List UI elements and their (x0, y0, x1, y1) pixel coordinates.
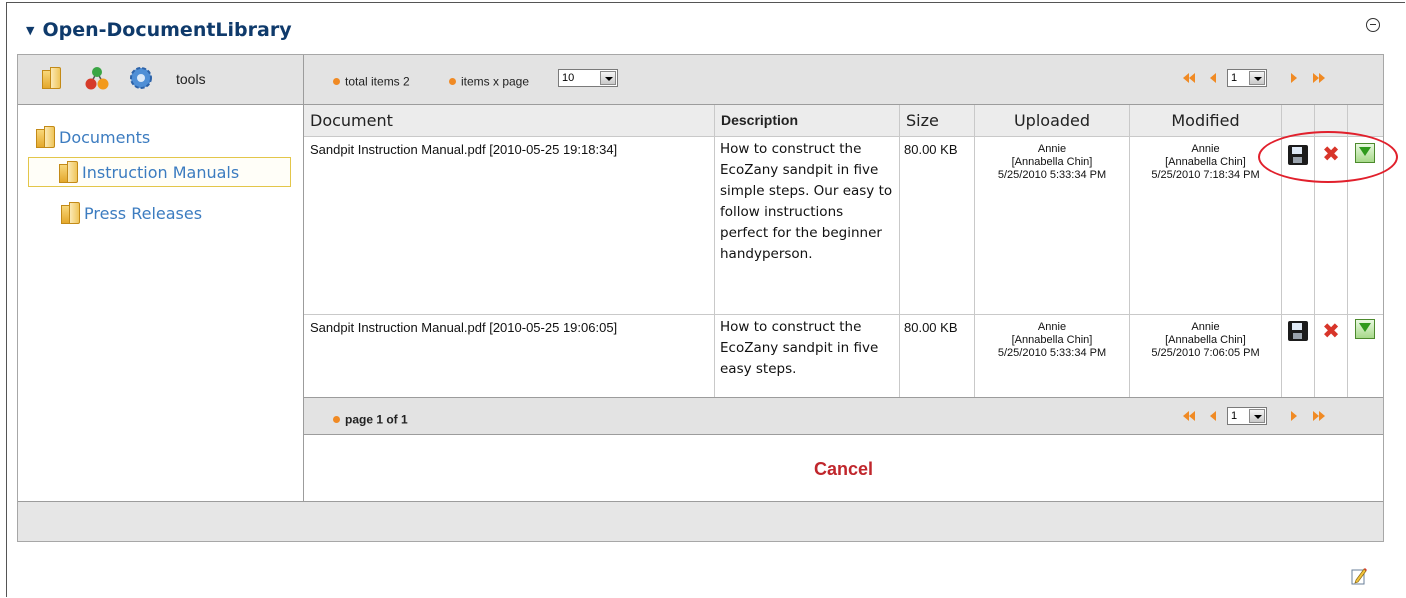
documents-table: Document Description Size Uploaded Modif… (304, 105, 1383, 501)
folder-icon (59, 161, 79, 183)
first-page-icon[interactable] (1182, 408, 1196, 427)
document-size: 80.00 KB (900, 315, 975, 397)
uploaded-user: Annie (1037, 143, 1067, 155)
last-page-icon[interactable] (1312, 408, 1326, 427)
delete-cell: ✖ (1315, 315, 1348, 397)
modified-date: 5/25/2010 7:06:05 PM (1151, 347, 1260, 359)
items-per-page-value: 10 (562, 72, 575, 84)
collapse-triangle-icon[interactable]: ▼ (26, 24, 34, 37)
page-select-value: 1 (1231, 410, 1238, 422)
previous-page-icon[interactable] (1208, 70, 1218, 89)
page-label: page 1 of 1 (345, 412, 408, 427)
modified-date: 5/25/2010 7:18:34 PM (1151, 169, 1260, 181)
folder-icon[interactable] (42, 65, 66, 91)
bullet-icon (333, 78, 340, 85)
download-cell (1348, 315, 1383, 397)
tree-item-label: Documents (59, 127, 151, 147)
settings-gear-icon[interactable] (128, 65, 152, 91)
minimize-icon[interactable] (1366, 18, 1380, 32)
bottom-paging-bar: page 1 of 1 1 (304, 397, 1383, 435)
document-description: How to construct the EcoZany sandpit in … (715, 315, 900, 397)
modified-name: [Annabella Chin] (1165, 334, 1246, 346)
modified-info: Annie [Annabella Chin] 5/25/2010 7:18:34… (1130, 137, 1282, 314)
download-icon[interactable] (1355, 319, 1375, 339)
uploaded-name: [Annabella Chin] (1011, 156, 1093, 168)
first-page-icon[interactable] (1182, 70, 1196, 89)
items-per-page-select[interactable]: 10 (558, 69, 618, 87)
modified-info: Annie [Annabella Chin] 5/25/2010 7:06:05… (1130, 315, 1282, 397)
column-header-uploaded[interactable]: Uploaded (975, 105, 1130, 136)
items-per-page-label: items x page (461, 74, 530, 89)
folder-icon (61, 202, 81, 224)
page-select[interactable]: 1 (1227, 407, 1267, 425)
tree-item-documents[interactable]: Documents (36, 126, 150, 148)
column-header-modified[interactable]: Modified (1130, 105, 1282, 136)
module-title: Open-DocumentLibrary (42, 19, 292, 41)
categories-icon[interactable] (84, 65, 109, 91)
highlight-annotation (1258, 131, 1398, 183)
save-cell (1282, 315, 1315, 397)
items-per-page-info: items x page (449, 71, 529, 90)
document-description: How to construct the EcoZany sandpit in … (715, 137, 900, 314)
delete-x-icon[interactable]: ✖ (1321, 321, 1341, 342)
chevron-down-icon[interactable] (1249, 71, 1265, 85)
previous-page-icon[interactable] (1208, 408, 1218, 427)
page-select[interactable]: 1 (1227, 69, 1267, 87)
last-page-icon[interactable] (1312, 70, 1326, 89)
bullet-icon (333, 416, 340, 423)
edit-pencil-icon[interactable] (1351, 567, 1367, 585)
next-page-icon[interactable] (1289, 70, 1299, 89)
column-header-description[interactable]: Description (715, 105, 900, 136)
uploaded-user: Annie (1037, 321, 1067, 333)
left-toolbar: tools (18, 55, 304, 105)
uploaded-info: Annie [Annabella Chin] 5/25/2010 5:33:34… (975, 137, 1130, 314)
column-header-size[interactable]: Size (900, 105, 975, 136)
document-library-panel: tools Documents Instruction Manuals Pres… (17, 54, 1384, 542)
chevron-down-icon[interactable] (1249, 409, 1265, 423)
top-pager: 1 (1182, 69, 1352, 90)
folder-tree: Documents Instruction Manuals Press Rele… (18, 105, 304, 501)
document-name[interactable]: Sandpit Instruction Manual.pdf [2010-05-… (304, 315, 715, 397)
chevron-down-icon[interactable] (600, 71, 616, 85)
tree-item-press-releases[interactable]: Press Releases (61, 202, 202, 224)
next-page-icon[interactable] (1289, 408, 1299, 427)
cancel-button[interactable]: Cancel (304, 459, 1383, 480)
uploaded-date: 5/25/2010 5:33:34 PM (997, 169, 1107, 181)
modified-user: Annie (1191, 321, 1220, 333)
tools-label[interactable]: tools (176, 71, 206, 87)
column-header-download (1348, 105, 1383, 136)
panel-footer (18, 501, 1383, 541)
document-size: 80.00 KB (900, 137, 975, 314)
tree-item-instruction-manuals[interactable]: Instruction Manuals (28, 157, 291, 187)
page-info: page 1 of 1 (333, 409, 408, 428)
tree-item-label: Instruction Manuals (82, 162, 240, 182)
top-paging-bar: total items 2 items x page 10 1 (304, 55, 1383, 105)
tree-item-label: Press Releases (84, 203, 203, 223)
folder-icon (36, 126, 56, 148)
bottom-pager: 1 (1182, 407, 1352, 428)
document-name[interactable]: Sandpit Instruction Manual.pdf [2010-05-… (304, 137, 715, 314)
module-header: ▼ Open-DocumentLibrary (26, 16, 292, 44)
uploaded-date: 5/25/2010 5:33:34 PM (997, 347, 1107, 359)
page-select-value: 1 (1231, 72, 1238, 84)
save-floppy-icon[interactable] (1288, 321, 1308, 341)
uploaded-name: [Annabella Chin] (1011, 334, 1093, 346)
uploaded-info: Annie [Annabella Chin] 5/25/2010 5:33:34… (975, 315, 1130, 397)
bullet-icon (449, 78, 456, 85)
total-items-info: total items 2 (333, 71, 410, 90)
column-header-document[interactable]: Document (304, 105, 715, 136)
total-items-label: total items 2 (345, 74, 410, 89)
